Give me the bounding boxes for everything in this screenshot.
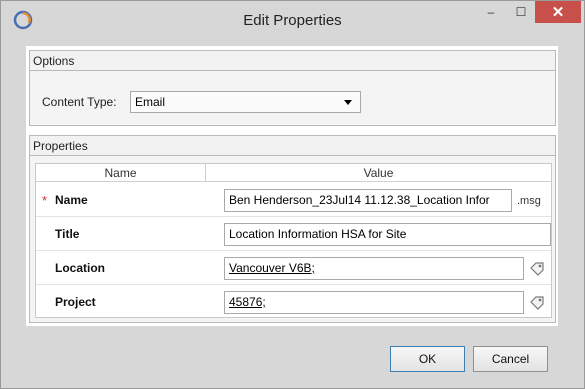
tag-lookup-icon[interactable] <box>528 293 546 311</box>
file-extension: .msg <box>517 195 541 207</box>
close-icon: ✕ <box>551 4 565 21</box>
name-label: Name <box>55 193 88 207</box>
table-row: Project 45876; <box>36 285 551 319</box>
edit-properties-window: Edit Properties – ☐ ✕ Options Content Ty… <box>0 0 585 389</box>
options-group: Options Content Type: Email <box>29 50 556 126</box>
title-label: Title <box>55 227 80 241</box>
ok-button[interactable]: OK <box>390 346 465 372</box>
tag-lookup-icon[interactable] <box>528 259 546 277</box>
column-header-value: Value <box>206 164 551 182</box>
maximize-icon: ☐ <box>515 5 527 19</box>
column-header-name: Name <box>36 164 206 182</box>
title-bar: Edit Properties – ☐ ✕ <box>1 1 584 41</box>
dialog-content: Options Content Type: Email Properties N… <box>26 46 558 326</box>
options-header: Options <box>30 51 555 71</box>
properties-table: Name Value * Name Ben Henderson_23Jul14 … <box>35 163 552 318</box>
location-label: Location <box>55 261 105 275</box>
name-field[interactable]: Ben Henderson_23Jul14 11.12.38_Location … <box>224 189 512 212</box>
minimize-button[interactable]: – <box>477 1 505 23</box>
cancel-button[interactable]: Cancel <box>473 346 548 372</box>
location-field[interactable]: Vancouver V6B; <box>224 257 524 280</box>
table-row: Location Vancouver V6B; <box>36 251 551 285</box>
table-row: * Name Ben Henderson_23Jul14 11.12.38_Lo… <box>36 183 551 217</box>
table-row: Title Location Information HSA for Site <box>36 217 551 251</box>
close-button[interactable]: ✕ <box>535 1 581 23</box>
content-type-label: Content Type: <box>42 95 117 109</box>
properties-header: Properties <box>30 136 555 156</box>
minimize-icon: – <box>487 5 495 19</box>
chevron-down-icon <box>344 100 352 105</box>
project-field[interactable]: 45876; <box>224 291 524 314</box>
content-type-dropdown[interactable]: Email <box>130 91 361 113</box>
title-field[interactable]: Location Information HSA for Site <box>224 223 551 246</box>
properties-group: Properties Name Value * Name Ben Henders… <box>29 135 556 323</box>
content-type-value: Email <box>135 95 166 109</box>
maximize-button[interactable]: ☐ <box>507 1 535 23</box>
project-label: Project <box>55 295 96 309</box>
required-marker: * <box>42 193 48 208</box>
